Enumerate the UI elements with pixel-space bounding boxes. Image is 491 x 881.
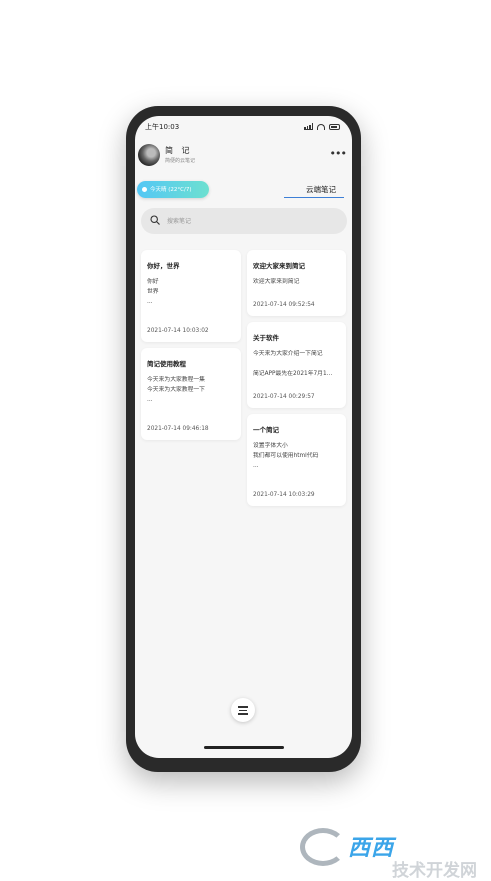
note-card[interactable]: 你好，世界 你好 世界 ... 2021-07-14 10:03:02 xyxy=(141,250,241,342)
home-indicator[interactable] xyxy=(204,746,284,749)
note-title: 你好，世界 xyxy=(147,262,180,270)
watermark: 西西 技术开发网 xyxy=(296,826,491,881)
note-title: 一个简记 xyxy=(253,426,279,434)
tab-indicator xyxy=(284,197,344,198)
note-card[interactable]: 一个简记 设置字体大小 我们都可以使用html代码 ... 2021-07-14… xyxy=(247,414,346,506)
note-title: 欢迎大家来到简记 xyxy=(253,262,305,270)
avatar[interactable] xyxy=(138,144,160,166)
weather-chip[interactable]: 今天晴 (22°C/7) xyxy=(137,181,209,198)
note-body: 今天来为大家教程一集 今天来为大家教程一下 ... xyxy=(147,377,205,403)
weather-icon xyxy=(142,187,147,192)
note-body: 今天来为大家介绍一下简记 简记APP最先在2021年7月1... xyxy=(253,351,333,377)
note-date: 2021-07-14 10:03:02 xyxy=(147,328,209,334)
tab-cloud-notes[interactable]: 云端笔记 xyxy=(306,184,336,195)
note-date: 2021-07-14 09:52:54 xyxy=(253,302,315,308)
menu-fab-button[interactable] xyxy=(231,698,255,722)
note-body: 欢迎大家来到简记 xyxy=(253,279,300,285)
note-body: 你好 世界 ... xyxy=(147,279,159,305)
note-date: 2021-07-14 09:46:18 xyxy=(147,426,209,432)
note-date: 2021-07-14 00:29:57 xyxy=(253,394,315,400)
menu-icon xyxy=(238,706,248,708)
battery-icon xyxy=(329,123,340,130)
app-subtitle: 简便的云笔记 xyxy=(165,158,196,164)
app-screen: 上午10:03 简 记 简便的云笔记 ••• 今天晴 (22°C/7) 云端笔记 xyxy=(135,116,352,758)
signal-icon xyxy=(304,123,313,130)
note-card[interactable]: 简记使用教程 今天来为大家教程一集 今天来为大家教程一下 ... 2021-07… xyxy=(141,348,241,440)
note-card[interactable]: 欢迎大家来到简记 欢迎大家来到简记 2021-07-14 09:52:54 xyxy=(247,250,346,316)
note-card[interactable]: 关于软件 今天来为大家介绍一下简记 简记APP最先在2021年7月1... 20… xyxy=(247,322,346,408)
wifi-icon xyxy=(317,123,325,130)
weather-text: 今天晴 (22°C/7) xyxy=(150,187,192,193)
app-header: 简 记 简便的云笔记 ••• xyxy=(138,144,348,174)
note-title: 简记使用教程 xyxy=(147,360,186,368)
watermark-subtitle: 技术开发网 xyxy=(392,861,477,881)
phone-frame: 上午10:03 简 记 简便的云笔记 ••• 今天晴 (22°C/7) 云端笔记 xyxy=(126,106,361,772)
note-body: 设置字体大小 我们都可以使用html代码 ... xyxy=(253,443,319,469)
search-input[interactable]: 搜索笔记 xyxy=(141,208,347,234)
status-time: 上午10:03 xyxy=(145,123,180,131)
app-title: 简 记 xyxy=(165,146,193,155)
status-bar: 上午10:03 xyxy=(145,122,340,134)
watermark-logo-icon xyxy=(300,828,346,866)
search-icon xyxy=(150,215,160,225)
search-placeholder: 搜索笔记 xyxy=(167,218,192,225)
more-options-icon[interactable]: ••• xyxy=(330,148,347,159)
note-title: 关于软件 xyxy=(253,334,279,342)
watermark-brand: 西西 xyxy=(348,836,395,861)
note-date: 2021-07-14 10:03:29 xyxy=(253,492,315,498)
status-icons xyxy=(304,123,340,130)
